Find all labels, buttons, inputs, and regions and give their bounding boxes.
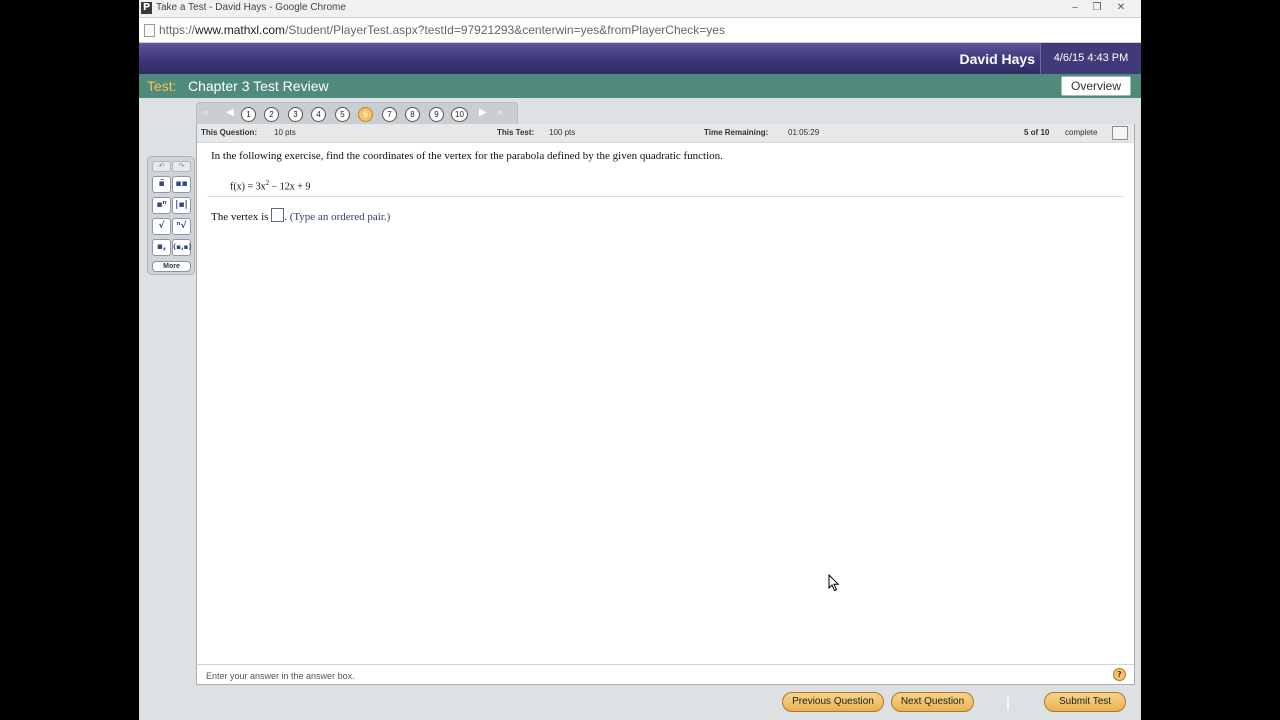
divider bbox=[207, 196, 1124, 197]
this-test-label: This Test: bbox=[497, 128, 535, 137]
address-bar[interactable]: https://www.mathxl.com/Student/PlayerTes… bbox=[139, 18, 1141, 43]
time-remaining-value: 01:05:29 bbox=[788, 128, 820, 137]
overview-button[interactable]: Overview bbox=[1060, 76, 1131, 96]
subscript-icon[interactable]: ▪, bbox=[152, 239, 171, 256]
this-question-value: 10 pts bbox=[274, 128, 296, 137]
question-number-1[interactable]: 1 bbox=[241, 107, 256, 122]
redo-icon[interactable]: ↷ bbox=[172, 161, 191, 172]
next-question-icon[interactable]: ▶ bbox=[479, 106, 487, 120]
answer-prefix: The vertex is bbox=[211, 211, 272, 223]
question-navigator: « ◀ 1 2 3 4 5 6 7 8 9 10 ▶ » bbox=[196, 102, 518, 125]
mouse-cursor-icon bbox=[828, 574, 840, 592]
undo-icon[interactable]: ↶ bbox=[152, 161, 171, 172]
answer-hint: (Type an ordered pair.) bbox=[289, 211, 391, 223]
progress-count: 5 of 10 bbox=[1024, 128, 1050, 137]
url-text[interactable]: https://www.mathxl.com/Student/PlayerTes… bbox=[159, 23, 725, 37]
url-prefix: https:// bbox=[159, 23, 196, 37]
this-question-label: This Question: bbox=[201, 128, 257, 137]
answer-input-box[interactable] bbox=[271, 208, 285, 222]
quadratic-function: f(x) = 3x2 − 12x + 9 bbox=[230, 179, 310, 192]
question-number-6[interactable]: 6 bbox=[358, 107, 373, 122]
submit-test-button[interactable]: Submit Test bbox=[1044, 692, 1126, 712]
browser-window: P Take a Test - David Hays - Google Chro… bbox=[139, 0, 1141, 720]
nth-root-icon[interactable]: ⁿ√ bbox=[172, 218, 191, 235]
help-icon[interactable]: ? bbox=[1113, 668, 1126, 681]
minimize-icon[interactable]: ‒ bbox=[1065, 0, 1085, 15]
question-number-2[interactable]: 2 bbox=[264, 107, 279, 122]
more-button[interactable]: More bbox=[152, 261, 191, 272]
mixed-number-icon[interactable]: ▪▪ bbox=[172, 176, 191, 193]
page-icon bbox=[144, 24, 155, 37]
question-number-5[interactable]: 5 bbox=[335, 107, 350, 122]
previous-question-button[interactable]: Previous Question bbox=[782, 692, 884, 712]
header-datetime: 4/6/15 4:43 PM bbox=[1040, 43, 1141, 74]
test-title-bar: Test: Chapter 3 Test Review Overview bbox=[139, 74, 1141, 98]
url-domain: www.mathxl.com bbox=[195, 23, 286, 37]
test-label: Test: bbox=[147, 78, 177, 94]
absolute-value-icon[interactable]: |▪| bbox=[172, 197, 191, 214]
answer-suffix: . bbox=[284, 211, 287, 223]
site-header: David Hays 4/6/15 4:43 PM bbox=[139, 43, 1141, 74]
question-number-3[interactable]: 3 bbox=[288, 107, 303, 122]
fraction-icon[interactable]: ▪̄ bbox=[152, 176, 171, 193]
restore-icon[interactable]: ❐ bbox=[1087, 0, 1107, 15]
next-question-button[interactable]: Next Question bbox=[891, 692, 974, 712]
window-title: Take a Test - David Hays - Google Chrome bbox=[156, 2, 346, 13]
square-root-icon[interactable]: √ bbox=[152, 218, 171, 235]
question-number-10[interactable]: 10 bbox=[451, 107, 468, 122]
question-panel: This Question: 10 pts This Test: 100 pts… bbox=[196, 124, 1135, 685]
url-path: /Student/PlayerTest.aspx?testId=97921293… bbox=[285, 23, 725, 37]
ordered-pair-icon[interactable]: (▪,▪) bbox=[172, 239, 192, 256]
question-info-bar: This Question: 10 pts This Test: 100 pts… bbox=[197, 124, 1134, 143]
close-icon[interactable]: ✕ bbox=[1111, 0, 1131, 15]
footer-divider bbox=[197, 664, 1134, 665]
question-number-9[interactable]: 9 bbox=[429, 107, 444, 122]
question-number-4[interactable]: 4 bbox=[311, 107, 326, 122]
title-bar: P Take a Test - David Hays - Google Chro… bbox=[139, 0, 1141, 18]
progress-suffix: complete bbox=[1065, 128, 1098, 137]
user-name: David Hays bbox=[959, 51, 1035, 67]
expand-icon[interactable] bbox=[1112, 126, 1128, 140]
test-name: Chapter 3 Test Review bbox=[188, 78, 329, 94]
question-number-8[interactable]: 8 bbox=[405, 107, 420, 122]
math-palette: ↶ ↷ ▪̄ ▪▪ ▪ⁿ |▪| √ ⁿ√ ▪, (▪,▪) More bbox=[147, 156, 195, 275]
prev-question-icon[interactable]: ◀ bbox=[226, 106, 234, 120]
function-prefix: f(x) = 3x bbox=[230, 181, 266, 193]
first-question-icon[interactable]: « bbox=[203, 106, 209, 120]
separator bbox=[1007, 695, 1009, 710]
answer-line: The vertex is . (Type an ordered pair.) bbox=[211, 208, 390, 223]
time-remaining-label: Time Remaining: bbox=[704, 128, 769, 137]
app-icon: P bbox=[141, 2, 152, 14]
last-question-icon[interactable]: » bbox=[497, 106, 503, 120]
this-test-value: 100 pts bbox=[549, 128, 576, 137]
question-instruction: In the following exercise, find the coor… bbox=[211, 150, 723, 162]
footer-hint: Enter your answer in the answer box. bbox=[206, 671, 355, 681]
question-number-7[interactable]: 7 bbox=[382, 107, 397, 122]
function-suffix: − 12x + 9 bbox=[269, 181, 311, 193]
exponent-icon[interactable]: ▪ⁿ bbox=[152, 197, 171, 214]
